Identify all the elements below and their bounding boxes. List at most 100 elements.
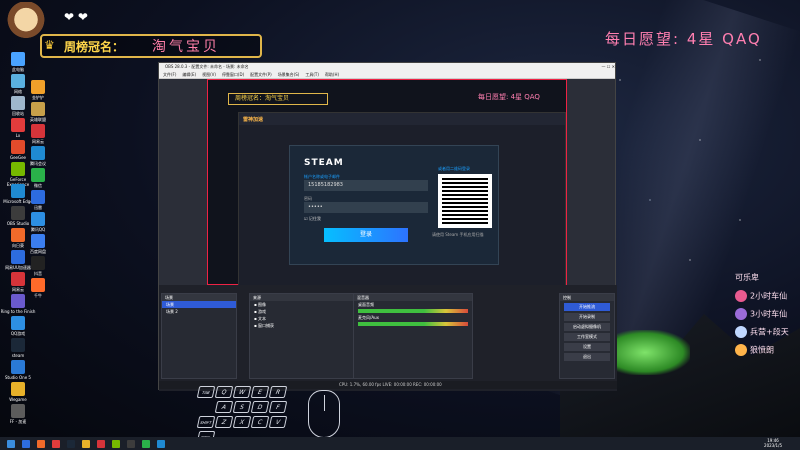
app-icon [11,360,25,374]
desktop-icon-label: Ring to the Finish [0,309,36,314]
desktop-icon-label: 英雄联盟 [30,117,46,122]
desktop-icon[interactable]: 金铲铲 [20,80,56,100]
desktop-icon-label: QQ游戏 [10,331,26,336]
volume-meter[interactable] [358,309,468,313]
scene-item[interactable]: 场景 2 [162,308,236,315]
desktop-icon[interactable]: Studio One 5 [0,360,36,380]
mixer-channel-label: 麦克风/Aux [358,315,379,320]
key-tab: TAB [196,386,216,398]
app-icon [11,382,25,396]
password-field[interactable]: ••••• [304,202,428,213]
desktop-icon[interactable]: 腾讯QQ [20,212,56,232]
control-button[interactable]: 设置 [564,343,610,351]
avatar-icon [735,326,747,338]
leaderboard-entry: 兵营+段天 [735,326,789,338]
menu-item[interactable]: 配置文件(P) [250,72,272,77]
menu-item[interactable]: 场景集合(S) [278,72,300,77]
app-icon [31,212,45,226]
key-r: R [268,386,288,398]
steam-brand: STEAM [304,158,344,168]
taskbar-app-icon[interactable] [112,439,120,448]
controls-dock: 控制 开始推流开始录制启动虚拟摄像机 工作室模式设置退出 [559,293,615,379]
menu-item[interactable]: 编辑(E) [182,72,196,77]
taskbar-app-icon[interactable] [67,439,75,448]
account-field[interactable]: 15185182983 [304,180,428,191]
app-icon [31,168,45,182]
app-icon [11,404,25,418]
taskbar-app-icon[interactable] [52,439,60,448]
scenes-dock: 场景 场景 场景 2 [161,293,237,379]
obs-menubar: 文件(F) 编辑(E) 视图(V) 停靠窗口(D) 配置文件(P) 场景集合(S) 工具(T… [159,71,615,79]
source-item[interactable]: ▪ 文本 [250,315,358,322]
menu-item[interactable]: 工具(T) [305,72,319,77]
start-button-icon[interactable] [7,439,15,448]
source-item[interactable]: ▪ 游戏 [250,308,358,315]
control-button[interactable]: 开始录制 [564,313,610,321]
key-f: F [268,401,288,413]
banner-value: 淘气宝贝 [152,39,220,55]
desktop-icon[interactable]: 此电脑 [0,52,36,72]
accelerator-app[interactable]: 雷神加速 STEAM 帐户名称或电子邮件 15185182983 密码 ••••… [238,112,566,286]
banner-label: 周榜冠名： [64,39,125,54]
source-item[interactable]: ▪ 窗口捕获 [250,322,358,329]
desktop-icon[interactable]: 千牛 [20,278,56,298]
desktop-icon[interactable]: Wegame [0,382,36,402]
desktop-icon[interactable]: 英雄联盟 [20,102,56,122]
taskbar-app-icon[interactable] [37,439,45,448]
control-button[interactable]: 退出 [564,353,610,361]
hearts-icon: ❤ ❤ [64,10,88,24]
menu-item[interactable]: 文件(F) [163,72,176,77]
desktop-icon[interactable]: 腾讯会议 [20,146,56,166]
obs-window[interactable]: OBS 28.0.3 - 配置文件: 未命名 - 场景: 未命名 — ☐ ✕ 文… [158,62,617,391]
window-title: OBS 28.0.3 - 配置文件: 未命名 - 场景: 未命名 [165,64,249,69]
desktop-icon[interactable]: QQ游戏 [0,316,36,336]
taskbar-app-icon[interactable] [157,439,165,448]
mixer-header: 混音器 [354,294,472,301]
control-button[interactable]: 开始推流 [564,303,610,311]
clock[interactable]: 19:46 2023/1/5 [764,438,782,448]
login-button[interactable]: 登录 [324,228,408,242]
sources-dock: 来源 ▪ 图像 ▪ 游戏 ▪ 文本 ▪ 窗口捕获 [249,293,359,379]
desktop-icon[interactable]: 微信 [20,168,56,188]
key-e: E [250,386,270,398]
scenes-header: 场景 [162,294,236,301]
menu-item[interactable]: 视图(V) [202,72,216,77]
volume-meter[interactable] [358,322,468,326]
key-a: A [214,401,234,413]
taskbar-app-icon[interactable] [82,439,90,448]
leaderboard-entry: 狼愤朗 [735,344,774,356]
remember-checkbox[interactable]: ☑ 记住我 [304,216,321,222]
desktop-icon[interactable]: 抖音 [20,256,56,276]
control-button[interactable]: 启动虚拟摄像机 [564,323,610,331]
desktop-icon-label: 金铲铲 [32,95,44,100]
control-button[interactable]: 工作室模式 [564,333,610,341]
desktop-icon-label: 腾讯会议 [30,161,46,166]
desktop-icon[interactable]: 百度网盘 [20,234,56,254]
scene-item[interactable]: 场景 [162,301,236,308]
source-item[interactable]: ▪ 图像 [250,301,358,308]
app-icon [11,316,25,330]
menu-item[interactable]: 停靠窗口(D) [222,72,244,77]
app-icon [11,338,25,352]
window-controls[interactable]: — ☐ ✕ [602,63,615,71]
taskbar-app-icon[interactable] [97,439,105,448]
desktop-icon[interactable]: 迅雷 [20,190,56,210]
obs-preview[interactable]: 周榜冠名：淘气宝贝 每日愿望: 4星 QAQ 雷神加速 STEAM 帐户名称或电… [207,79,567,286]
desktop-icon-label: 网易云 [32,139,44,144]
menu-item[interactable]: 帮助(H) [325,72,339,77]
desktop-icon[interactable]: 网易云 [20,124,56,144]
desktop-icon-label: steam [11,353,25,358]
obs-titlebar[interactable]: OBS 28.0.3 - 配置文件: 未命名 - 场景: 未命名 — ☐ ✕ [159,63,615,71]
desktop-icon[interactable]: FF - 加速 [0,404,36,424]
steam-login-dialog[interactable]: STEAM 帐户名称或电子邮件 15185182983 密码 ••••• ☑ 记… [289,145,499,265]
taskbar-app-icon[interactable] [127,439,135,448]
desktop-icon-label: FF - 加速 [9,419,27,424]
leaderboard-name: 3小时车仙 [750,309,788,319]
taskbar-app-icon[interactable] [22,439,30,448]
app-icon [31,124,45,138]
key-shift: SHIFT [196,416,216,428]
mixer-dock: 混音器 桌面音频 麦克风/Aux [353,293,473,379]
controls-header: 控制 [560,294,614,301]
taskbar-app-icon[interactable] [142,439,150,448]
desktop-icon[interactable]: steam [0,338,36,358]
